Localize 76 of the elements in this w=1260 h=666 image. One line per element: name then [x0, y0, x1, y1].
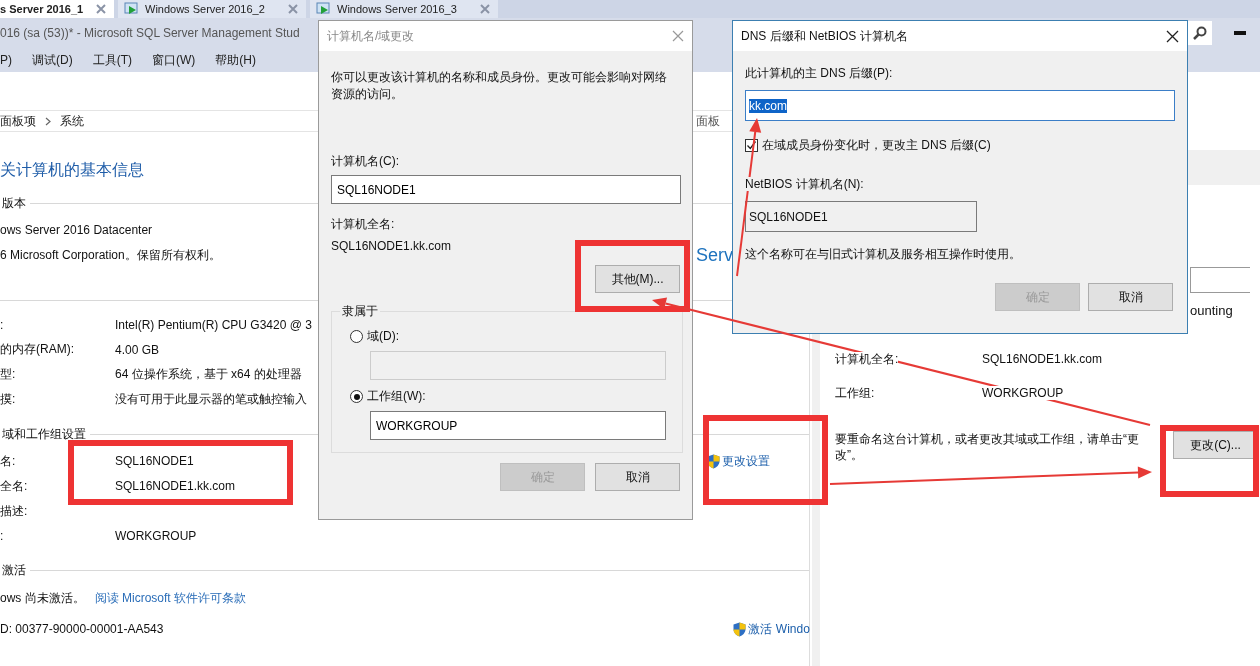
field-label: 型: [0, 366, 17, 383]
breadcrumb-item[interactable]: 系统 [60, 112, 84, 130]
page-heading: 关计算机的基本信息 [0, 159, 144, 180]
document-tab[interactable]: Windows Server 2016_3 [310, 0, 498, 18]
activation-status: ows 尚未激活。 [0, 589, 85, 607]
netbios-name-field[interactable]: SQL16NODE1 [745, 201, 977, 232]
field-label: 工作组: [835, 385, 875, 400]
dns-suffix-field[interactable]: kk.com [745, 90, 1175, 121]
full-name-text: SQL16NODE1.kk.com [331, 239, 453, 253]
field-label: NetBIOS 计算机名(N): [745, 177, 864, 191]
shield-icon [706, 453, 720, 469]
field-label: 此计算机的主 DNS 后缀(P): [745, 65, 894, 82]
dialog-title: DNS 后缀和 NetBIOS 计算机名 [741, 27, 908, 45]
dialog-button[interactable]: 取消 [595, 463, 680, 491]
radio-label: 工作组(W): [367, 388, 426, 405]
field-label: 计算机名(C): [331, 153, 400, 170]
field-label: 全名: [0, 477, 29, 495]
hint-text: 要重命名这台计算机，或者更改其域或工作组，请单击“更改”。 [835, 431, 1140, 463]
activate-link[interactable]: 激活 Windo [733, 620, 810, 638]
license-link[interactable]: 阅读 Microsoft 软件许可条款 [94, 589, 247, 607]
breadcrumb-item[interactable]: 面板项 [0, 112, 36, 130]
vm-icon [316, 2, 332, 16]
radio-label: 域(D): [367, 328, 399, 345]
search-icon [1193, 26, 1207, 40]
section-title: 版本 [1, 194, 27, 212]
edition-text: ows Server 2016 Datacenter [0, 223, 153, 237]
field-label: : [0, 529, 5, 543]
computer-name-field[interactable]: SQL16NODE1 [331, 175, 681, 204]
field-value: 没有可用于此显示器的笔或触控输入 [115, 391, 307, 408]
field-value: 4.00 GB [115, 342, 160, 357]
field-label: 名: [0, 452, 17, 470]
window-title: 016 (sa (53))* - Microsoft SQL Server Management Stud [0, 26, 300, 40]
field-label: : [0, 317, 5, 332]
input-field[interactable] [370, 351, 666, 380]
dialog-button[interactable]: 取消 [1088, 283, 1173, 311]
input-field[interactable]: WORKGROUP [370, 411, 666, 440]
field-label: 计算机全名: [331, 216, 396, 233]
field-value: SQL16NODE1.kk.com [115, 479, 236, 493]
menu-item[interactable]: 窗口(W) [152, 51, 196, 69]
document-tab[interactable]: s Server 2016_1 [0, 0, 114, 18]
field-value: WORKGROUP [982, 386, 1064, 400]
note-text: 这个名称可在与旧式计算机及服务相互操作时使用。 [745, 246, 1022, 263]
field-value: Intel(R) Pentium(R) CPU G3420 @ 3 [115, 317, 312, 332]
field-label: 计算机全名: [835, 351, 899, 366]
group-title: 隶属于 [341, 303, 379, 320]
search-button[interactable] [1188, 21, 1212, 45]
menu-item[interactable]: 调试(D) [32, 51, 73, 69]
section-title: 域和工作组设置 [1, 425, 87, 443]
field-label: 摸: [0, 391, 17, 408]
field-value: 64 位操作系统，基于 x64 的处理器 [115, 366, 302, 383]
change-settings-link[interactable]: 更改设置 [706, 452, 770, 470]
field-value: SQL16NODE1 [115, 454, 194, 468]
logo-text: Serv [696, 244, 733, 266]
checkbox-label: 在域成员身份变化时，更改主 DNS 后缀(C) [762, 137, 991, 154]
radio-button[interactable] [350, 390, 363, 403]
menu-item[interactable]: 帮助(H) [215, 51, 256, 69]
field-label: 的内存(RAM): [0, 341, 75, 358]
product-id: D: 00377-90000-00001-AA543 [0, 622, 164, 636]
menu-item[interactable]: 工具(T) [92, 51, 132, 69]
menu-item[interactable]: P) [0, 53, 12, 67]
document-tab[interactable]: Windows Server 2016_2 [118, 0, 306, 18]
chevron-icon [45, 116, 51, 126]
description-text: 你可以更改该计算机的名称和成员身份。更改可能会影响对网络资源的访问。 [331, 69, 668, 103]
description-text: ounting [1190, 303, 1234, 318]
text-field[interactable] [1190, 267, 1250, 293]
field-value: WORKGROUP [115, 529, 197, 543]
vm-icon [124, 2, 140, 16]
radio-button[interactable] [350, 330, 363, 343]
more-button[interactable]: 其他(M)... [595, 265, 680, 293]
edition-text: 6 Microsoft Corporation。保留所有权利。 [0, 246, 221, 264]
close-icon[interactable] [1166, 29, 1179, 43]
shield-icon [733, 621, 747, 637]
field-value: SQL16NODE1.kk.com [982, 352, 1103, 366]
field-label: 描述: [0, 502, 29, 520]
section-title: 激活 [1, 561, 27, 579]
dialog-title: 计算机名/域更改 [327, 27, 415, 45]
